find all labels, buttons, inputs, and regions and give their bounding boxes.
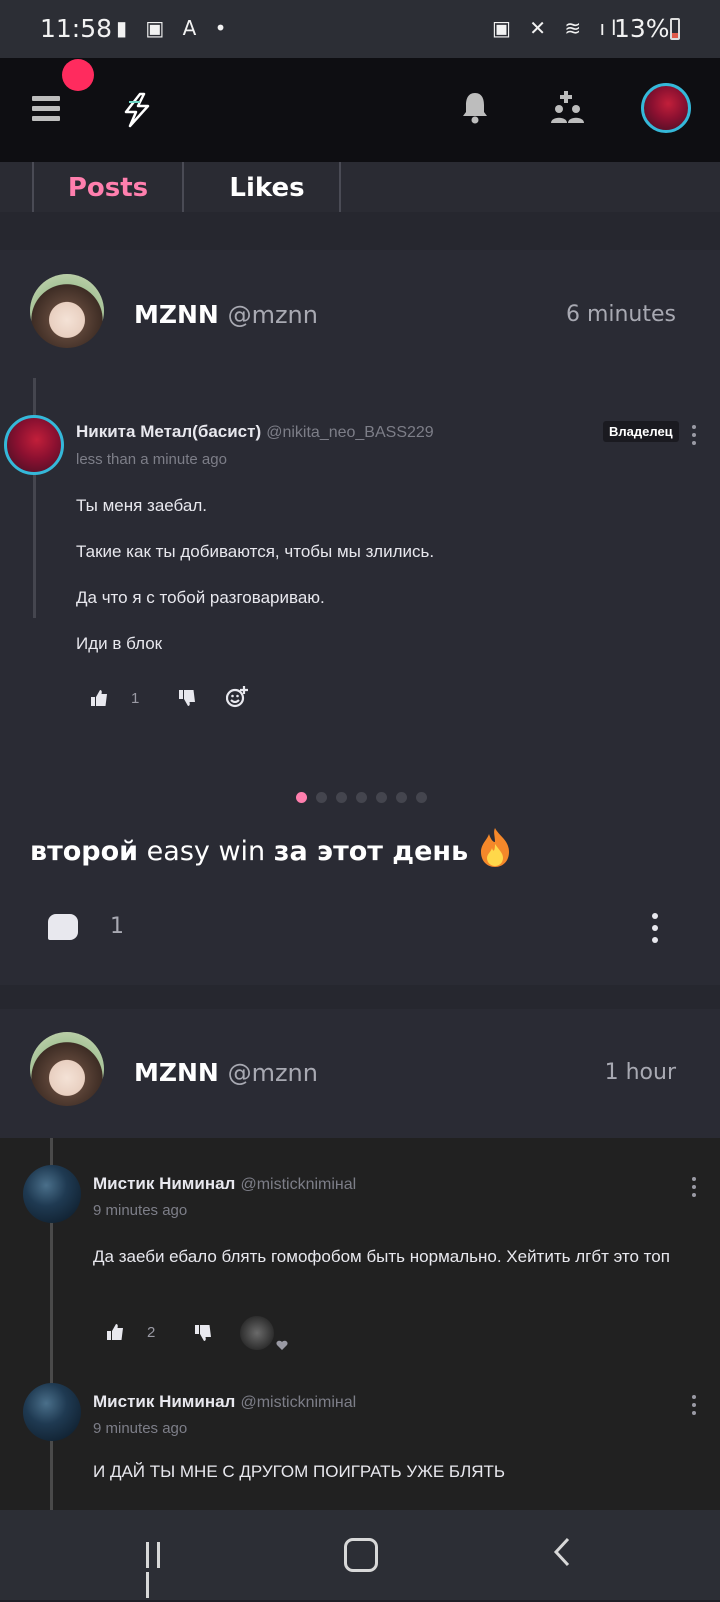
post-more-icon[interactable]: [652, 913, 658, 949]
comment-line: Такие как ты добиваются, чтобы мы злилис…: [76, 542, 435, 561]
comment-count[interactable]: 1: [110, 914, 124, 939]
post-author[interactable]: MZNN @mznn: [134, 300, 318, 329]
carousel-dot[interactable]: [336, 792, 347, 803]
bell-icon[interactable]: [460, 90, 490, 124]
reaction-avatar[interactable]: [240, 1316, 274, 1350]
post-time: 1 hour: [604, 1060, 676, 1085]
author-name: MZNN: [134, 1058, 219, 1087]
comment-time: less than a minute ago: [76, 451, 227, 468]
thumbs-down-icon[interactable]: [194, 1325, 212, 1341]
tab-likes[interactable]: Likes: [195, 162, 341, 212]
battery-icon: [670, 18, 680, 40]
thumbs-up-icon[interactable]: [90, 690, 108, 706]
comment-time: 9 minutes ago: [93, 1420, 188, 1437]
carousel-dot[interactable]: [296, 792, 307, 803]
logo-icon[interactable]: [120, 92, 154, 128]
carousel-dot[interactable]: [356, 792, 367, 803]
profile-avatar[interactable]: [641, 83, 691, 133]
comment-text: И ДАЙ ТЫ МНЕ С ДРУГОМ ПОИГРАТЬ УЖЕ БЛЯТЬ: [93, 1462, 506, 1481]
fire-icon: [480, 828, 509, 867]
status-system-icons: ▣ ✕ ≋ ıl: [492, 16, 623, 40]
avatar[interactable]: [23, 1383, 81, 1441]
author-handle: @mznn: [227, 1059, 318, 1087]
carousel-dot[interactable]: [396, 792, 407, 803]
carousel-dot[interactable]: [376, 792, 387, 803]
author-name: MZNN: [134, 300, 219, 329]
avatar[interactable]: [30, 1032, 104, 1106]
like-count: 1: [131, 690, 140, 707]
comment-more-icon[interactable]: [692, 425, 696, 449]
carousel-dot[interactable]: [316, 792, 327, 803]
notification-dot: [62, 59, 94, 91]
home-icon[interactable]: [344, 1538, 378, 1572]
status-bar: 11:58 ▮ ▣ A • ▣ ✕ ≋ ıl 13%: [0, 0, 720, 58]
app-header: [0, 58, 720, 162]
comment-handle: @misticknimінal: [240, 1394, 357, 1411]
caption-text: easy win: [138, 836, 274, 867]
status-time: 11:58: [40, 14, 113, 43]
comment-handle: @misticknimінal: [240, 1176, 357, 1193]
comment-author[interactable]: Мистик Ниминал: [93, 1174, 235, 1193]
carousel-dot[interactable]: [416, 792, 427, 803]
post-time: 6 minutes: [565, 302, 676, 327]
author-handle: @mznn: [227, 301, 318, 329]
avatar[interactable]: [23, 1165, 81, 1223]
comment-line: Да что я с тобой разговариваю.: [76, 588, 325, 607]
add-reaction-icon[interactable]: [226, 686, 248, 708]
caption-bold: за этот день: [273, 836, 469, 867]
menu-icon[interactable]: [32, 96, 60, 122]
post-caption: второй easy win за этот день: [30, 826, 513, 868]
comment-text: Да заеби ебало блять гомофобом быть норм…: [93, 1247, 670, 1266]
comment-line: Ты меня заебал.: [76, 496, 207, 515]
comment-header: Никита Метал(басист) @nikita_neo_BASS229: [76, 422, 434, 442]
comment-time: 9 minutes ago: [93, 1202, 188, 1219]
battery-percent: 13%: [614, 14, 670, 43]
avatar[interactable]: [30, 274, 104, 348]
like-count: 2: [147, 1324, 156, 1341]
tab-posts[interactable]: Posts: [32, 162, 184, 214]
comment-handle: @nikita_neo_BASS229: [266, 424, 434, 441]
avatar[interactable]: [4, 415, 64, 475]
comment-author[interactable]: Мистик Ниминал: [93, 1392, 235, 1411]
recents-icon[interactable]: [146, 1542, 174, 1598]
thumbs-down-icon[interactable]: [178, 690, 196, 706]
add-friend-icon[interactable]: [550, 90, 586, 124]
thumbs-up-icon[interactable]: [106, 1324, 124, 1340]
owner-badge: Владелец: [603, 421, 679, 442]
comment-header: Мистик Ниминал @misticknimінal: [93, 1392, 356, 1412]
comment-author[interactable]: Никита Метал(басист): [76, 422, 261, 441]
post-author[interactable]: MZNN @mznn: [134, 1058, 318, 1087]
comment-header: Мистик Ниминал @misticknimінal: [93, 1174, 356, 1194]
post-card: [0, 250, 720, 985]
comment-more-icon[interactable]: [692, 1177, 696, 1201]
carousel-indicator[interactable]: [296, 788, 436, 803]
feed-gap: [0, 212, 720, 250]
comment-line: Иди в блок: [76, 634, 163, 653]
heart-icon: [276, 1340, 288, 1350]
caption-bold: второй: [30, 836, 139, 867]
feed-gap: [0, 985, 720, 1009]
comment-icon[interactable]: [48, 914, 78, 940]
comment-more-icon[interactable]: [692, 1395, 696, 1419]
back-icon[interactable]: [552, 1536, 572, 1568]
status-notification-icons: ▮ ▣ A •: [116, 16, 233, 40]
thread-line: [33, 378, 36, 618]
